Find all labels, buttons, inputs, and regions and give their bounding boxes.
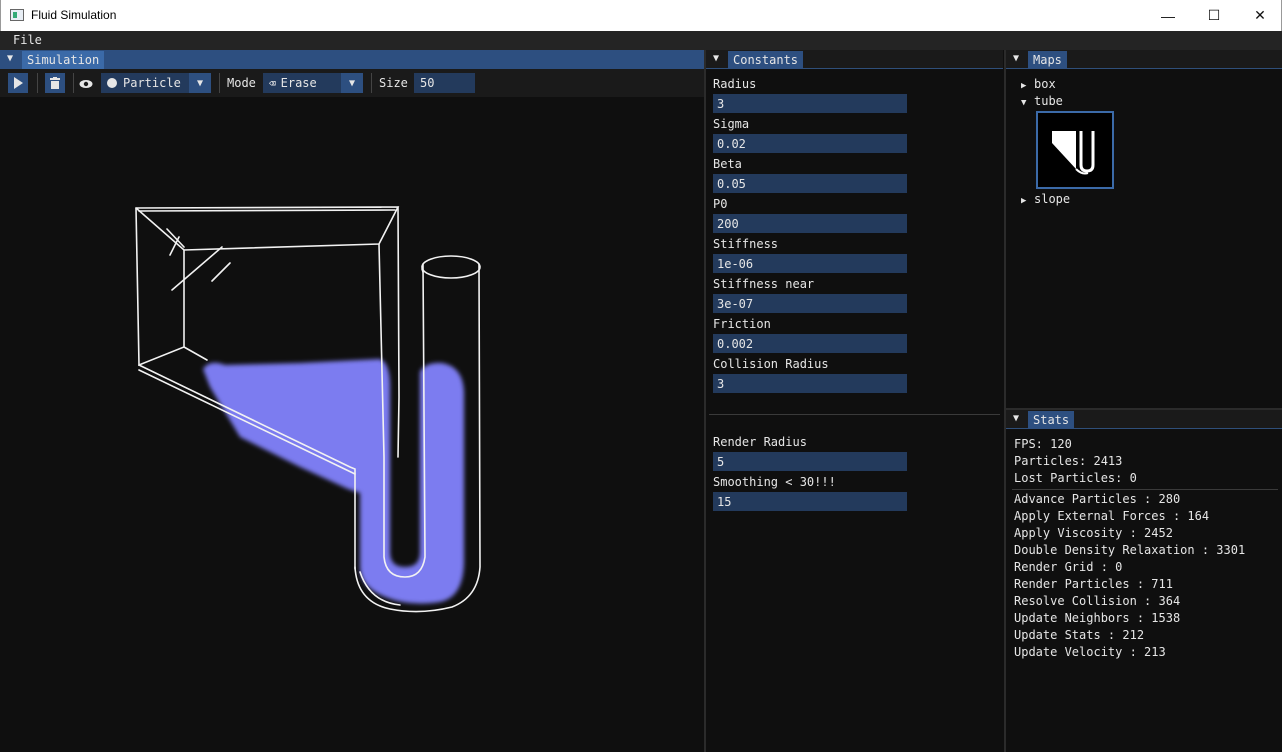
close-button[interactable]: ✕ xyxy=(1237,0,1282,31)
friction-label: Friction xyxy=(713,317,771,331)
map-item-tube[interactable]: ▼ tube xyxy=(1021,94,1063,108)
mode-label: Mode xyxy=(227,76,256,90)
stiffness-near-input[interactable]: 3e-07 xyxy=(713,294,907,313)
chevron-down-icon[interactable]: ▼ xyxy=(189,73,211,93)
map-preview-image xyxy=(1052,131,1095,175)
expand-arrow-icon: ▶ xyxy=(1021,196,1027,206)
collapse-arrow-icon: ▼ xyxy=(1021,98,1027,108)
brush-label: Particle xyxy=(123,76,181,90)
collision-radius-label: Collision Radius xyxy=(713,357,829,371)
stats-panel-header: ▼ Stats xyxy=(1006,410,1282,429)
stats-divider xyxy=(1012,489,1278,490)
stat-timing: Apply External Forces : 164 xyxy=(1014,509,1210,523)
mode-select-value: ⌫ Erase xyxy=(269,76,317,90)
sigma-input[interactable]: 0.02 xyxy=(713,134,907,153)
chevron-down-icon[interactable]: ▼ xyxy=(341,73,363,93)
clear-button[interactable] xyxy=(45,73,65,93)
size-label: Size xyxy=(379,76,408,90)
size-input[interactable]: 50 xyxy=(414,73,475,93)
stats-panel: ▼ Stats FPS: 120 Particles: 2413 Lost Pa… xyxy=(1006,410,1282,752)
visibility-toggle[interactable] xyxy=(79,78,93,92)
play-button[interactable] xyxy=(8,73,28,93)
stiffness-input[interactable]: 1e-06 xyxy=(713,254,907,273)
mode-value: Erase xyxy=(280,76,317,90)
brush-select-value: Particle xyxy=(107,76,181,90)
stat-timing: Update Stats : 212 xyxy=(1014,628,1145,642)
maximize-button[interactable]: ☐ xyxy=(1191,0,1237,31)
menu-bar: File xyxy=(0,31,1282,50)
maps-panel: ▼ Maps ▶ box ▼ tube ▶ slope xyxy=(1006,50,1282,408)
menu-file[interactable]: File xyxy=(13,33,42,47)
window-titlebar: Fluid Simulation — ☐ ✕ xyxy=(0,0,1282,31)
map-item-label: box xyxy=(1034,77,1056,91)
eraser-icon: ⌫ xyxy=(269,77,276,90)
play-icon xyxy=(14,77,23,89)
friction-input[interactable]: 0.002 xyxy=(713,334,907,353)
stat-timing: Update Neighbors : 1538 xyxy=(1014,611,1181,625)
stat-lost-particles: Lost Particles: 0 xyxy=(1014,471,1137,485)
tab-simulation[interactable]: Simulation xyxy=(22,51,105,69)
constants-panel-header: ▼ Constants xyxy=(706,50,1003,69)
particle-dot-icon xyxy=(107,78,117,88)
stat-timing: Apply Viscosity : 2452 xyxy=(1014,526,1173,540)
radius-input[interactable]: 3 xyxy=(713,94,907,113)
app-icon xyxy=(10,9,24,21)
smoothing-input[interactable]: 15 xyxy=(713,492,907,511)
collision-radius-input[interactable]: 3 xyxy=(713,374,907,393)
beta-label: Beta xyxy=(713,157,742,171)
trash-icon xyxy=(50,77,60,89)
tab-constants[interactable]: Constants xyxy=(728,51,804,69)
toolbar-divider xyxy=(219,73,220,93)
minimize-button[interactable]: — xyxy=(1145,0,1191,31)
simulation-panel: ▼ Simulation Particle ▼ Mode ⌫ Erase ▼ Si… xyxy=(0,50,704,752)
sigma-label: Sigma xyxy=(713,117,750,131)
beta-input[interactable]: 0.05 xyxy=(713,174,907,193)
collapse-triangle-icon[interactable]: ▼ xyxy=(1013,413,1019,424)
tab-maps[interactable]: Maps xyxy=(1028,51,1067,69)
map-item-slope[interactable]: ▶ slope xyxy=(1021,192,1070,206)
map-item-label: slope xyxy=(1034,192,1071,206)
render-radius-label: Render Radius xyxy=(713,435,807,449)
stat-timing: Render Particles : 711 xyxy=(1014,577,1173,591)
eye-icon xyxy=(79,80,93,88)
stat-particles: Particles: 2413 xyxy=(1014,454,1123,468)
map-item-label: tube xyxy=(1034,94,1063,108)
map-item-box[interactable]: ▶ box xyxy=(1021,77,1056,91)
stat-timing: Resolve Collision : 364 xyxy=(1014,594,1181,608)
p0-label: P0 xyxy=(713,197,728,211)
stiffness-label: Stiffness xyxy=(713,237,779,251)
simulation-toolbar: Particle ▼ Mode ⌫ Erase ▼ Size 50 xyxy=(0,69,704,97)
simulation-canvas[interactable] xyxy=(0,97,704,752)
collapse-triangle-icon[interactable]: ▼ xyxy=(1013,53,1019,64)
toolbar-divider xyxy=(371,73,372,93)
radius-label: Radius xyxy=(713,77,757,91)
render-radius-input[interactable]: 5 xyxy=(713,452,907,471)
maps-panel-header: ▼ Maps xyxy=(1006,50,1282,69)
p0-input[interactable]: 200 xyxy=(713,214,907,233)
collapse-triangle-icon[interactable]: ▼ xyxy=(713,53,719,64)
constants-panel: ▼ Constants Radius 3 Sigma 0.02 Beta 0.0… xyxy=(706,50,1003,752)
toolbar-divider xyxy=(37,73,38,93)
brush-select[interactable]: Particle ▼ xyxy=(101,73,211,93)
stat-timing: Double Density Relaxation : 3301 xyxy=(1014,543,1246,557)
stat-fps: FPS: 120 xyxy=(1014,437,1072,451)
stat-timing: Render Grid : 0 xyxy=(1014,560,1123,574)
smoothing-label: Smoothing < 30!!! xyxy=(713,475,836,489)
map-thumbnail-tube[interactable] xyxy=(1036,111,1114,189)
expand-arrow-icon: ▶ xyxy=(1021,81,1027,91)
collapse-triangle-icon[interactable]: ▼ xyxy=(7,53,13,64)
toolbar-divider xyxy=(73,73,74,93)
tab-stats[interactable]: Stats xyxy=(1028,411,1075,429)
section-divider xyxy=(709,414,1000,415)
stat-timing: Update Velocity : 213 xyxy=(1014,645,1166,659)
stat-timing: Advance Particles : 280 xyxy=(1014,492,1181,506)
simulation-panel-header: ▼ Simulation xyxy=(0,50,704,69)
mode-select[interactable]: ⌫ Erase ▼ xyxy=(263,73,363,93)
window-title: Fluid Simulation xyxy=(31,8,117,22)
stiffness-near-label: Stiffness near xyxy=(713,277,815,291)
simulation-scene xyxy=(135,206,481,613)
